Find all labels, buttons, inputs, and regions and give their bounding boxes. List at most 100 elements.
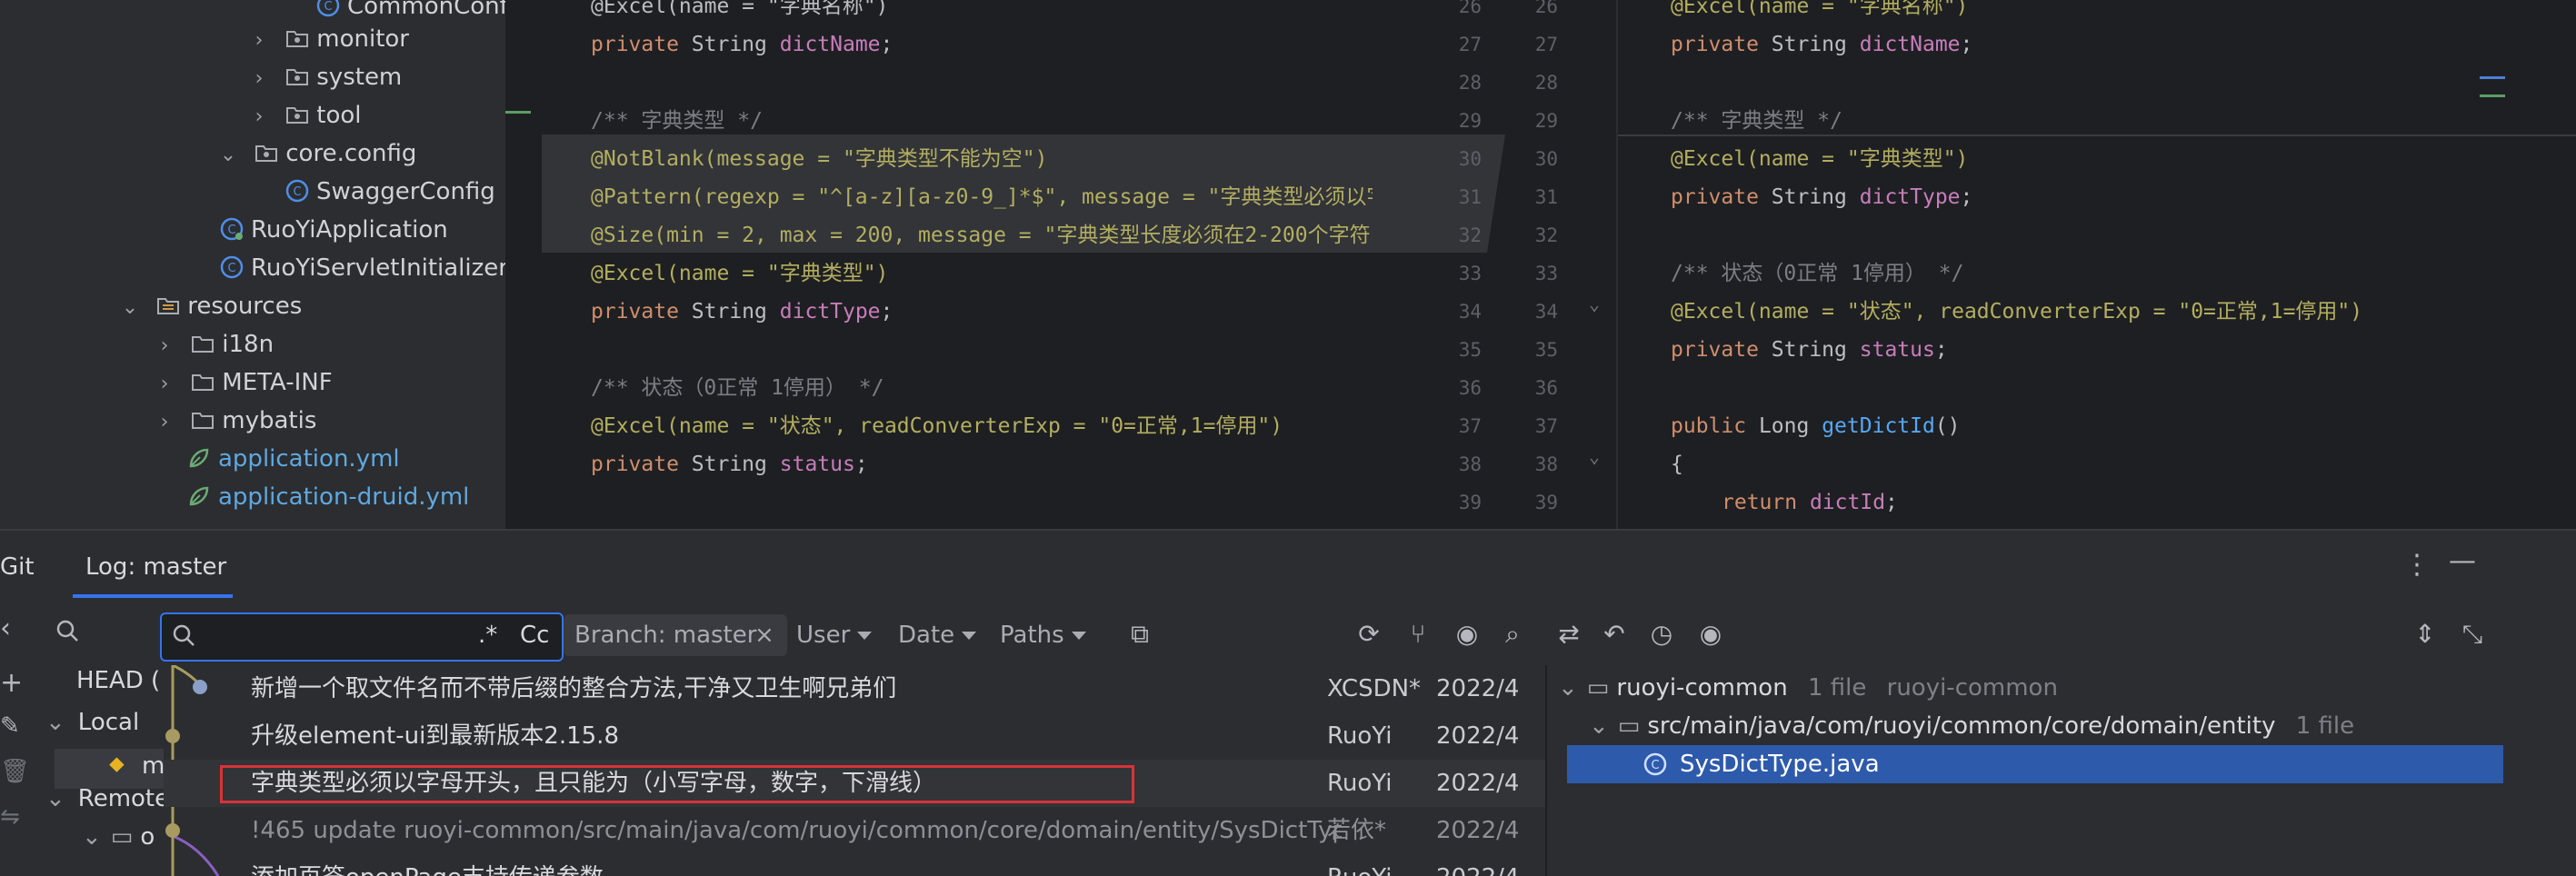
chevron-right-icon[interactable]: ›: [249, 22, 269, 60]
code-line: @Excel(name = "状态", readConverterExp = "…: [591, 414, 1283, 438]
branches-search-icon[interactable]: [55, 618, 82, 652]
line-number: 34: [1534, 301, 1558, 323]
tree-item-ruoyiapplication[interactable]: C RuoYiApplication: [220, 211, 448, 249]
date-filter[interactable]: Date: [898, 612, 977, 658]
edit-icon[interactable]: ✎: [0, 712, 20, 740]
tree-item-i18n[interactable]: › i18n: [155, 325, 274, 363]
tree-item-core-config[interactable]: ⌄ core.config: [218, 134, 417, 174]
branch-local-master[interactable]: ⬥ m: [55, 749, 165, 789]
line-number: 27: [1534, 34, 1558, 55]
changes-module-row[interactable]: ⌄ ▭ ruoyi-common 1 file ruoyi-common: [1558, 669, 2058, 707]
branch-group-local[interactable]: ⌄ Local: [45, 709, 139, 736]
fold-icon[interactable]: ⌄: [1589, 445, 1600, 467]
chevron-right-icon[interactable]: ›: [155, 365, 175, 403]
line-number: 33: [1458, 263, 1482, 284]
line-number: 32: [1534, 224, 1558, 246]
chevron-down-icon: ⌄: [1589, 712, 1609, 740]
line-number: 30: [1458, 148, 1482, 170]
line-number: 26: [1534, 0, 1558, 17]
chevron-down-icon[interactable]: ⌄: [218, 136, 238, 174]
chevron-down-icon: [857, 632, 873, 640]
delete-icon[interactable]: 🗑: [0, 758, 30, 785]
paths-filter[interactable]: Paths: [1000, 612, 1086, 658]
chevron-right-icon[interactable]: ›: [155, 403, 175, 442]
project-tree: CCommonConfig › monitor › system › tool …: [0, 0, 505, 529]
branch-filter-chip[interactable]: Branch: master ×: [564, 614, 787, 656]
line-number: 36: [1458, 377, 1482, 399]
commit-log[interactable]: 新增一个取文件名而不带后缀的整合方法,干净又卫生啊兄弟们 XCSDN* 2022…: [164, 665, 1545, 876]
tree-item-system[interactable]: › system: [249, 58, 403, 98]
spring-leaf-icon: [187, 446, 211, 470]
tree-item-resources[interactable]: ⌄ resources: [120, 287, 303, 327]
history-icon[interactable]: ◷: [1643, 616, 1680, 652]
user-filter[interactable]: User: [796, 612, 873, 658]
tag-icon: ⬥: [109, 751, 125, 776]
expand-all-icon[interactable]: ⇕: [2407, 616, 2443, 652]
changes-path-row[interactable]: ⌄ ▭ src/main/java/com/ruoyi/common/core/do…: [1589, 707, 2354, 745]
changed-files-tree[interactable]: ⌄ ▭ ruoyi-common 1 file ruoyi-common ⌄ ▭ src…: [1545, 665, 2576, 876]
tool-window-title[interactable]: Git: [0, 531, 35, 603]
eye-icon[interactable]: ◉: [1692, 616, 1729, 652]
minimize-icon[interactable]: —: [2449, 545, 2476, 577]
line-number: 29: [1534, 110, 1558, 132]
tree-item-ruoyiservletinitializer[interactable]: C RuoYiServletInitializer: [220, 249, 505, 287]
tree-item-application-yml[interactable]: application.yml: [187, 440, 400, 478]
collapse-icon[interactable]: ‹: [0, 612, 11, 644]
line-number: 31: [1458, 186, 1482, 208]
clear-filter-icon[interactable]: ×: [754, 614, 774, 656]
add-icon[interactable]: +: [0, 667, 23, 699]
diff-left-editor[interactable]: @Excel(name = "字典名称") private String dic…: [505, 0, 1398, 529]
revert-icon[interactable]: ↶: [1596, 616, 1632, 652]
code-line: @Excel(name = "字典类型"): [1671, 147, 1969, 171]
tree-item-monitor[interactable]: › monitor: [249, 20, 409, 58]
line-number: 32: [1458, 224, 1482, 246]
branch-group-remote[interactable]: ⌄ Remote: [45, 785, 169, 812]
fold-icon[interactable]: ⌄: [1589, 293, 1600, 314]
spring-leaf-icon: [187, 484, 211, 508]
commit-row[interactable]: 新增一个取文件名而不带后缀的整合方法,干净又卫生啊兄弟们 XCSDN* 2022…: [164, 665, 1545, 712]
chevron-down-icon[interactable]: ⌄: [120, 289, 140, 327]
new-tab-icon[interactable]: ⧉: [1122, 616, 1158, 652]
chevron-right-icon[interactable]: ›: [249, 60, 269, 98]
chevron-right-icon[interactable]: ›: [155, 327, 175, 365]
package-icon: [285, 65, 309, 88]
commit-row[interactable]: !465 update ruoyi-common/src/main/java/c…: [164, 807, 1545, 854]
tree-item-application-druid-yml[interactable]: application-druid.yml: [187, 478, 469, 516]
branch-head[interactable]: HEAD (: [76, 667, 160, 694]
diff-icon[interactable]: ⇄: [1551, 616, 1587, 652]
diff-right-editor[interactable]: @Excel(name = "字典名称") private String dic…: [1616, 0, 2576, 529]
eye-icon[interactable]: ◉: [1449, 616, 1485, 652]
match-case-toggle[interactable]: Cc: [520, 612, 549, 658]
tree-item-meta-inf[interactable]: › META-INF: [155, 363, 333, 402]
collapse-all-icon[interactable]: ⤡: [2454, 616, 2491, 652]
search-icon[interactable]: ⌕: [1494, 616, 1531, 652]
tree-item-swaggerconfig[interactable]: C SwaggerConfig: [285, 173, 495, 211]
commit-row-selected[interactable]: 字典类型必须以字母开头，且只能为（小写字母，数字，下滑线） RuoYi 2022…: [164, 760, 1545, 807]
package-icon: [285, 26, 309, 50]
package-icon: [285, 103, 309, 126]
line-number: 33: [1534, 263, 1558, 284]
commit-row[interactable]: 添加页签openPage支持传递参数 RuoYi 2022/4: [164, 854, 1545, 876]
log-search-input[interactable]: [160, 612, 564, 662]
changed-file-selected[interactable]: C SysDictType.java: [1567, 745, 2503, 783]
code-line-notblank: @NotBlank(message = "字典类型不能为空"): [591, 147, 1048, 171]
cherry-pick-icon[interactable]: ⑂: [1400, 616, 1436, 652]
branch-remote-origin[interactable]: ⌄ ▭ o: [82, 823, 155, 851]
search-icon: [173, 624, 195, 646]
regex-toggle[interactable]: .*: [478, 612, 497, 658]
tree-item-mybatis[interactable]: › mybatis: [155, 402, 317, 442]
code-comment: /** 字典类型 */: [591, 109, 763, 133]
more-options-icon[interactable]: ⋮: [2403, 549, 2431, 581]
chevron-right-icon[interactable]: ›: [249, 98, 269, 136]
compare-icon[interactable]: ⇋: [0, 803, 20, 831]
tree-item-tool[interactable]: › tool: [249, 96, 362, 134]
diff-gutter: 26 27 28 29 30 31 32 33 34 35 36 37 38 39 26 27 28 29 30 3…: [1396, 0, 1616, 529]
refresh-icon[interactable]: ⟳: [1351, 616, 1387, 652]
tab-log-master[interactable]: Log: master: [85, 531, 226, 603]
code-line: return dictId;: [1722, 491, 1898, 514]
line-number: 28: [1458, 72, 1482, 94]
svg-text:C: C: [293, 185, 301, 199]
code-line: @Excel(name = "状态", readConverterExp = "…: [1671, 300, 2363, 324]
class-icon: C: [316, 0, 340, 17]
commit-row[interactable]: 升级element-ui到最新版本2.15.8 RuoYi 2022/4: [164, 712, 1545, 760]
